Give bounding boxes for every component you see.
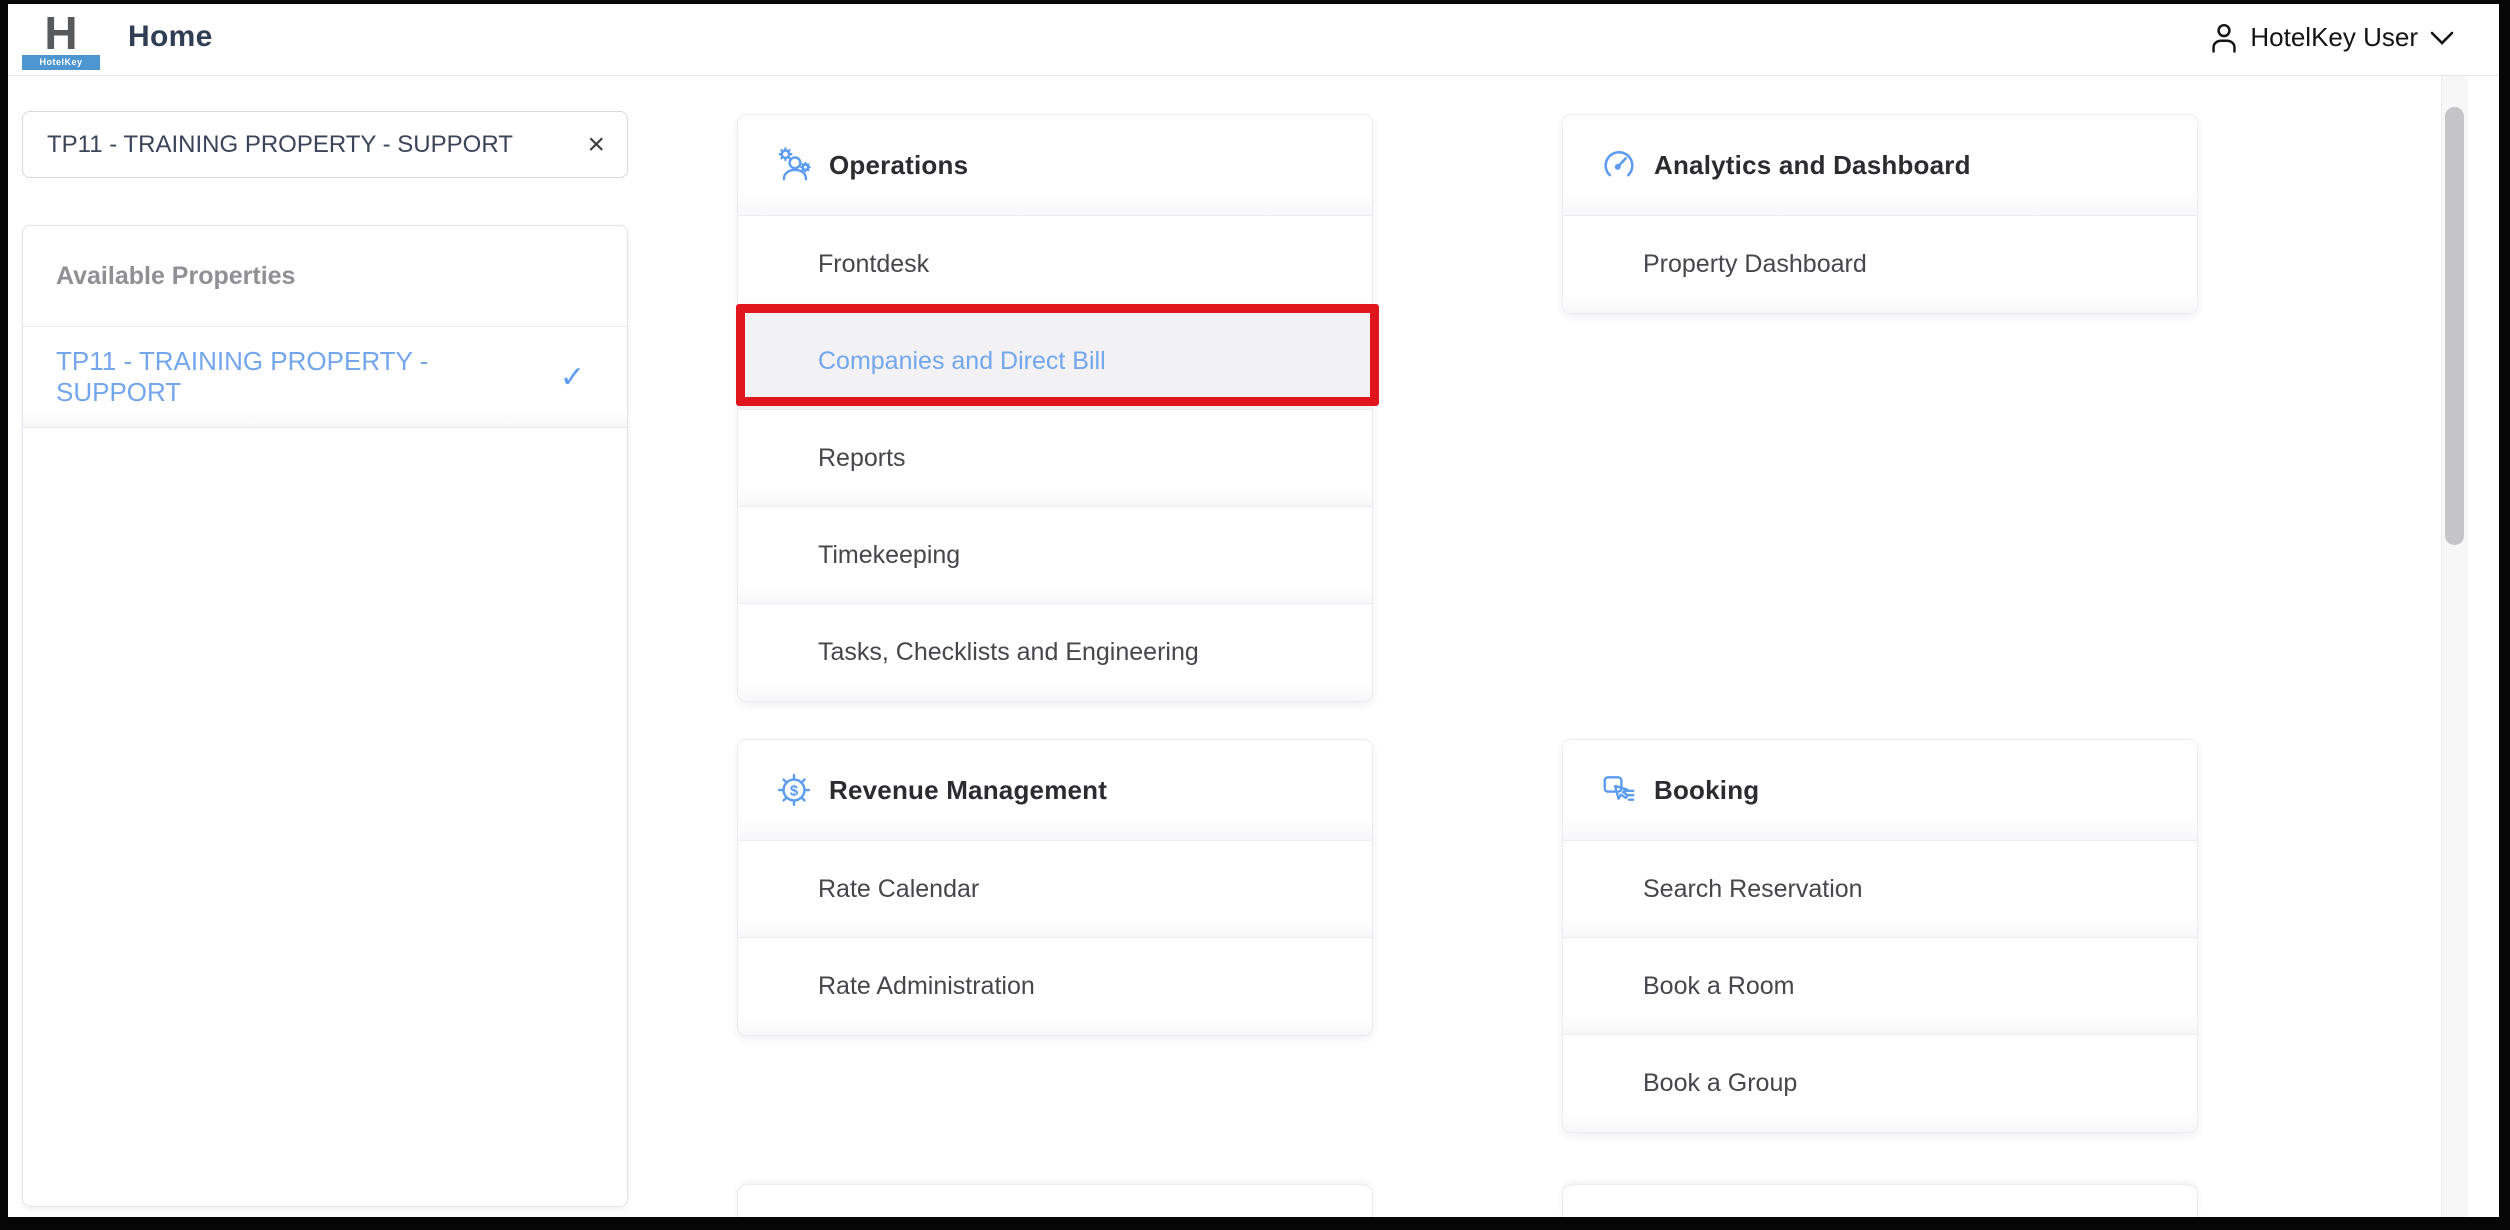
menu-item-label: Book a Group [1643,1069,1797,1098]
menu-item-label: Frontdesk [818,250,929,279]
card-title: Analytics and Dashboard [1654,150,1971,181]
logo-letter: H [22,12,100,54]
scrollbar-track[interactable] [2441,76,2468,1217]
page-title: Home [128,20,213,54]
person-icon [2209,22,2239,54]
check-icon: ✓ [560,360,585,395]
menu-item[interactable]: Frontdesk [738,216,1372,313]
menu-item-label: Companies and Direct Bill [818,347,1106,376]
menu-item[interactable]: Timekeeping [738,507,1372,604]
card-booking: Booking Search Reservation Book a Room Boo… [1563,740,2197,1132]
menu-item-label: Rate Calendar [818,875,979,904]
card-header: $ Revenue Management [738,740,1372,841]
card-revenue: $ Revenue Management Rate Calendar Rate A… [738,740,1372,1035]
menu-item[interactable]: Tasks, Checklists and Engineering [738,604,1372,701]
menu-item[interactable]: Reports [738,410,1372,507]
menu-item[interactable]: Rate Calendar [738,841,1372,938]
partial-card [738,1185,1372,1217]
card-title: Booking [1654,775,1759,806]
operations-icon [775,146,813,184]
property-search-box: × [22,111,628,178]
menu-item-label: Tasks, Checklists and Engineering [818,638,1199,667]
card-operations: Operations Frontdesk Companies and Direct… [738,115,1372,701]
card-title: Revenue Management [829,775,1107,806]
card-header: Booking [1563,740,2197,841]
menu-item-label: Timekeeping [818,541,960,570]
available-properties-panel: Available Properties TP11 - TRAINING PRO… [22,225,628,1207]
menu-item-label: Reports [818,444,906,473]
scrollbar-thumb[interactable] [2445,107,2464,545]
booking-icon [1600,771,1638,809]
menu-item-label: Search Reservation [1643,875,1863,904]
hotelkey-logo: H HotelKey [22,12,100,70]
menu-item-label: Book a Room [1643,972,1794,1001]
card-header: Operations [738,115,1372,216]
search-input[interactable] [45,130,587,160]
card-title: Operations [829,150,968,181]
close-icon[interactable]: × [587,130,605,160]
svg-text:$: $ [790,782,799,799]
card-analytics: Analytics and Dashboard Property Dashboa… [1563,115,2197,313]
card-header: Analytics and Dashboard [1563,115,2197,216]
menu-item[interactable]: Book a Group [1563,1035,2197,1132]
user-menu[interactable]: HotelKey User [2209,22,2455,54]
app-window: H HotelKey Home HotelKey User × Availabl… [8,4,2499,1217]
user-name: HotelKey User [2250,22,2418,53]
chevron-down-icon [2429,30,2455,46]
panel-title: Available Properties [23,226,627,327]
analytics-icon [1600,146,1638,184]
menu-item[interactable]: Search Reservation [1563,841,2197,938]
revenue-icon: $ [775,771,813,809]
menu-item[interactable]: Rate Administration [738,938,1372,1035]
menu-item[interactable]: Property Dashboard [1563,216,2197,313]
partial-card [1563,1185,2197,1217]
menu-item-label: Property Dashboard [1643,250,1867,279]
menu-item[interactable]: Book a Room [1563,938,2197,1035]
menu-item-label: Rate Administration [818,972,1035,1001]
property-list-item[interactable]: TP11 - TRAINING PROPERTY - SUPPORT ✓ [23,327,627,428]
logo-brand-band: HotelKey [22,55,100,70]
app-header: H HotelKey Home HotelKey User [8,4,2499,76]
menu-item[interactable]: Companies and Direct Bill [738,313,1372,410]
property-label: TP11 - TRAINING PROPERTY - SUPPORT [56,346,560,408]
